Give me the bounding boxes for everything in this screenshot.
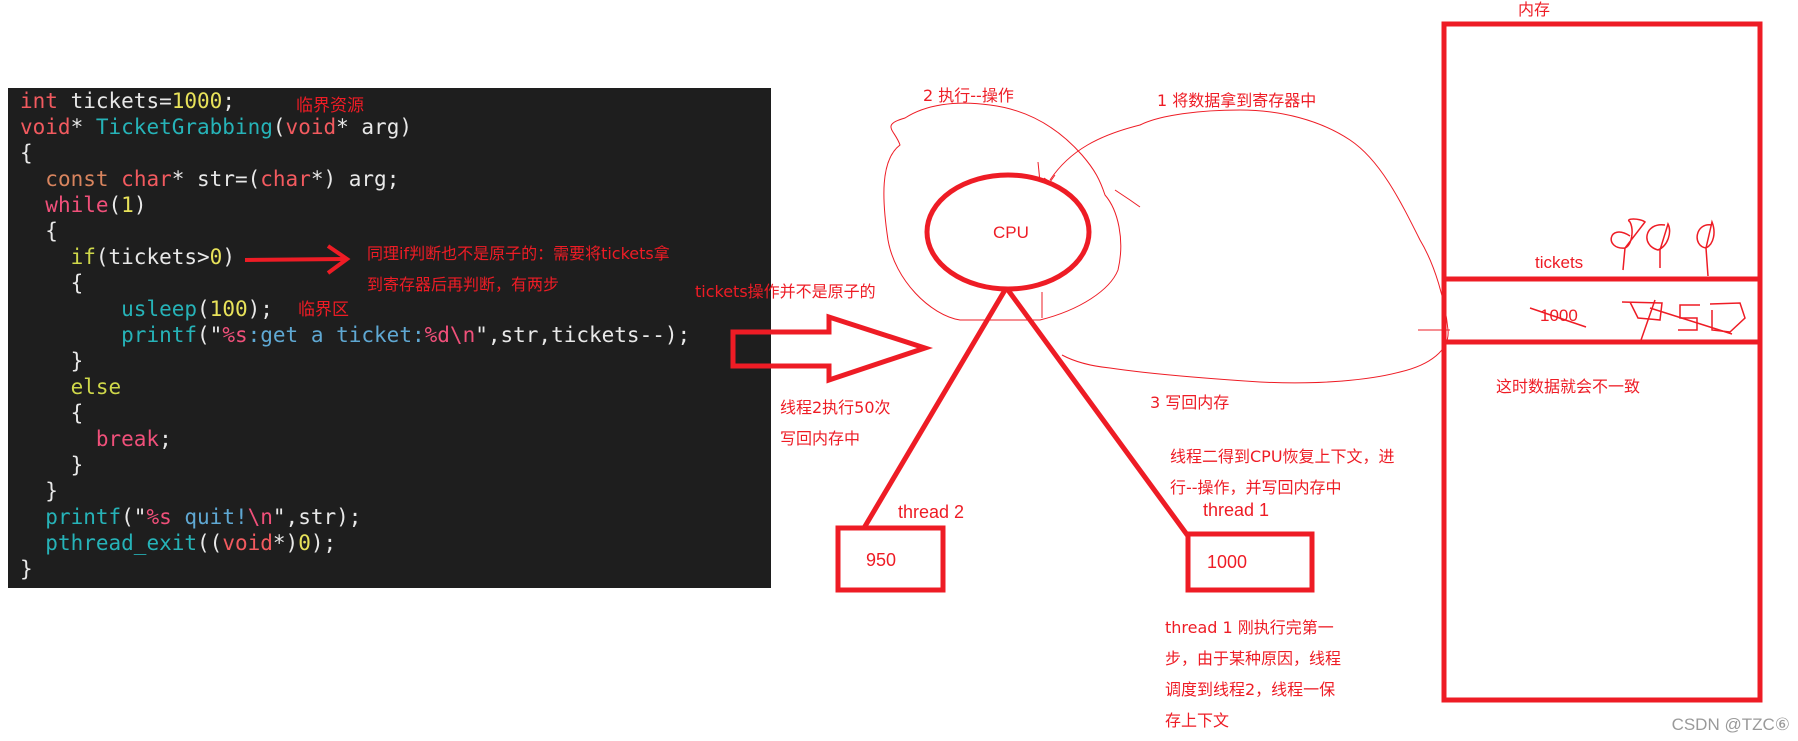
thread2-name: thread 2 <box>898 502 965 522</box>
critical-section-label: 临界区 <box>298 300 349 320</box>
step1-label: 1 将数据拿到寄存器中 <box>1157 91 1317 110</box>
big-arrow <box>730 313 934 384</box>
memory-old-value: 1000 <box>1540 306 1578 325</box>
tickets-not-atomic-note: tickets操作并不是原子的 <box>695 282 876 301</box>
step2-label: 2 执行--操作 <box>923 86 1014 105</box>
step3-label: 3 写回内存 <box>1150 393 1230 412</box>
thread1-name: thread 1 <box>1203 500 1270 520</box>
thread1-explain-note: thread 1 刚执行完第一 步，由于某种原因，线程 调度到线程2，线程一保 … <box>1165 618 1342 730</box>
thread2-resume-note: 线程二得到CPU恢复上下文，进 行--操作，并写回内存中 <box>1170 447 1395 497</box>
watermark: CSDN @TZC⑥ <box>1671 715 1790 734</box>
memory-var-name: tickets <box>1535 253 1584 272</box>
if-not-atomic-note: 同理if判断也不是原子的：需要将tickets拿 到寄存器后再判断，有两步 <box>367 244 670 294</box>
diagram-canvas <box>244 21 1763 703</box>
cpu-label: CPU <box>993 223 1029 242</box>
handwritten-999 <box>1610 218 1715 277</box>
handwritten-950 <box>1621 299 1746 344</box>
inconsistent-note: 这时数据就会不一致 <box>1496 377 1641 396</box>
step1-loop <box>1049 109 1449 384</box>
thread2-value: 950 <box>866 550 897 570</box>
thread2-exec-note: 线程2执行50次 写回内存中 <box>780 398 891 448</box>
critical-resource-label: 临界资源 <box>296 96 364 116</box>
thread1-link <box>1005 288 1191 538</box>
if-arrow <box>244 244 351 275</box>
memory-label: 内存 <box>1518 0 1551 19</box>
thread1-value: 1000 <box>1207 552 1248 572</box>
memory-box <box>1441 21 1763 703</box>
